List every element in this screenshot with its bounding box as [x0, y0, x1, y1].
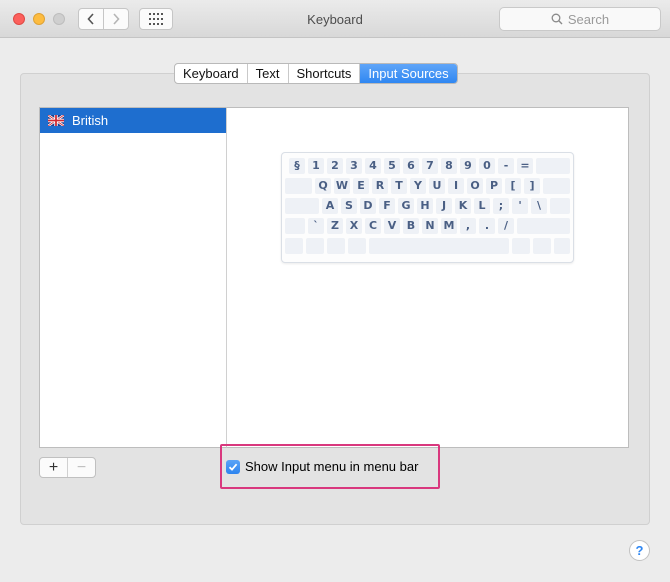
window-titlebar: Keyboard Search [0, 0, 670, 38]
keyboard-key: ` [308, 218, 324, 234]
add-input-source-button[interactable]: + [40, 458, 67, 477]
blank-key [348, 238, 366, 254]
keyboard-key: \ [531, 198, 547, 214]
keyboard-key: E [353, 178, 369, 194]
keyboard-row: A S D F G H J K L; ' \ [285, 198, 570, 218]
keyboard-key: 4 [365, 158, 381, 174]
blank-key [543, 178, 570, 194]
search-placeholder: Search [567, 11, 610, 27]
blank-key [533, 238, 551, 254]
keyboard-key: 3 [346, 158, 362, 174]
show-input-menu-label: Show Input menu in menu bar [245, 459, 419, 474]
blank-key [327, 238, 345, 254]
help-button[interactable]: ? [629, 540, 650, 561]
keyboard-key: § [289, 158, 305, 174]
blank-key [517, 218, 570, 234]
keyboard-key: U [429, 178, 445, 194]
keyboard-key: 8 [441, 158, 457, 174]
keyboard-key: C [365, 218, 381, 234]
keyboard-key: G [398, 198, 414, 214]
keyboard-key: , [460, 218, 476, 234]
keyboard-key: Q [315, 178, 331, 194]
keyboard-key: V [384, 218, 400, 234]
keyboard-key: ' [512, 198, 528, 214]
keyboard-key: R [372, 178, 388, 194]
show-input-menu-checkbox[interactable] [226, 459, 240, 474]
blank-key [285, 198, 319, 214]
keyboard-row: Q W E R T Y U I O P[] [285, 178, 570, 198]
blank-key [306, 238, 324, 254]
blank-key [536, 158, 570, 174]
keyboard-row: § 1 2 3 4 5 6 7 8 9 0- = [285, 158, 570, 178]
blank-key [369, 238, 509, 254]
keyboard-key: B [403, 218, 419, 234]
keyboard-key: Y [410, 178, 426, 194]
keyboard-key: = [517, 158, 533, 174]
add-remove-control: + − [39, 457, 96, 478]
checkmark-icon [228, 463, 238, 471]
blank-key [550, 198, 570, 214]
keyboard-row: ` Z X C V B N M,. / [285, 218, 570, 238]
input-sources-list[interactable]: British [39, 107, 227, 448]
blank-key [285, 218, 305, 234]
keyboard-key: X [346, 218, 362, 234]
keyboard-key: 6 [403, 158, 419, 174]
keyboard-key: O [467, 178, 483, 194]
keyboard-key: 7 [422, 158, 438, 174]
keyboard-key: . [479, 218, 495, 234]
tab-keyboard[interactable]: Keyboard [175, 64, 248, 83]
keyboard-layout-preview: § 1 2 3 4 5 6 7 8 9 0- = Q W E R T Y U I O P[] A S D F G H J K L; ' \ ` Z X… [281, 152, 574, 263]
keyboard-key: H [417, 198, 433, 214]
keyboard-key: T [391, 178, 407, 194]
keyboard-key: A [322, 198, 338, 214]
keyboard-key: F [379, 198, 395, 214]
keyboard-key: 1 [308, 158, 324, 174]
keyboard-key: 0 [479, 158, 495, 174]
keyboard-key: ] [524, 178, 540, 194]
keyboard-key: L [474, 198, 490, 214]
uk-flag-icon [48, 115, 64, 126]
tab-text[interactable]: Text [248, 64, 289, 83]
keyboard-key: S [341, 198, 357, 214]
keyboard-key: - [498, 158, 514, 174]
list-item-label: British [72, 113, 109, 128]
tab-input-sources[interactable]: Input Sources [360, 64, 457, 83]
tab-bar: Keyboard Text Shortcuts Input Sources [174, 63, 458, 84]
remove-input-source-button[interactable]: − [67, 458, 95, 477]
list-item-british[interactable]: British [40, 108, 226, 133]
keyboard-key: ; [493, 198, 509, 214]
keyboard-row-bottom [285, 238, 570, 258]
tab-shortcuts[interactable]: Shortcuts [289, 64, 361, 83]
keyboard-key: [ [505, 178, 521, 194]
keyboard-key: Z [327, 218, 343, 234]
blank-key [285, 178, 312, 194]
search-field[interactable]: Search [499, 7, 661, 31]
keyboard-preview-pane: § 1 2 3 4 5 6 7 8 9 0- = Q W E R T Y U I O P[] A S D F G H J K L; ' \ ` Z X… [226, 107, 629, 448]
keyboard-key: I [448, 178, 464, 194]
blank-key [512, 238, 530, 254]
search-icon [551, 13, 563, 25]
keyboard-key: 9 [460, 158, 476, 174]
keyboard-key: 2 [327, 158, 343, 174]
keyboard-key: J [436, 198, 452, 214]
keyboard-key: K [455, 198, 471, 214]
keyboard-key: W [334, 178, 350, 194]
keyboard-key: N [422, 218, 438, 234]
show-input-menu-option[interactable]: Show Input menu in menu bar [226, 459, 418, 474]
keyboard-key: 5 [384, 158, 400, 174]
keyboard-key: M [441, 218, 457, 234]
blank-key [285, 238, 303, 254]
blank-key [554, 238, 570, 254]
keyboard-key: D [360, 198, 376, 214]
keyboard-key: P [486, 178, 502, 194]
keyboard-key: / [498, 218, 514, 234]
